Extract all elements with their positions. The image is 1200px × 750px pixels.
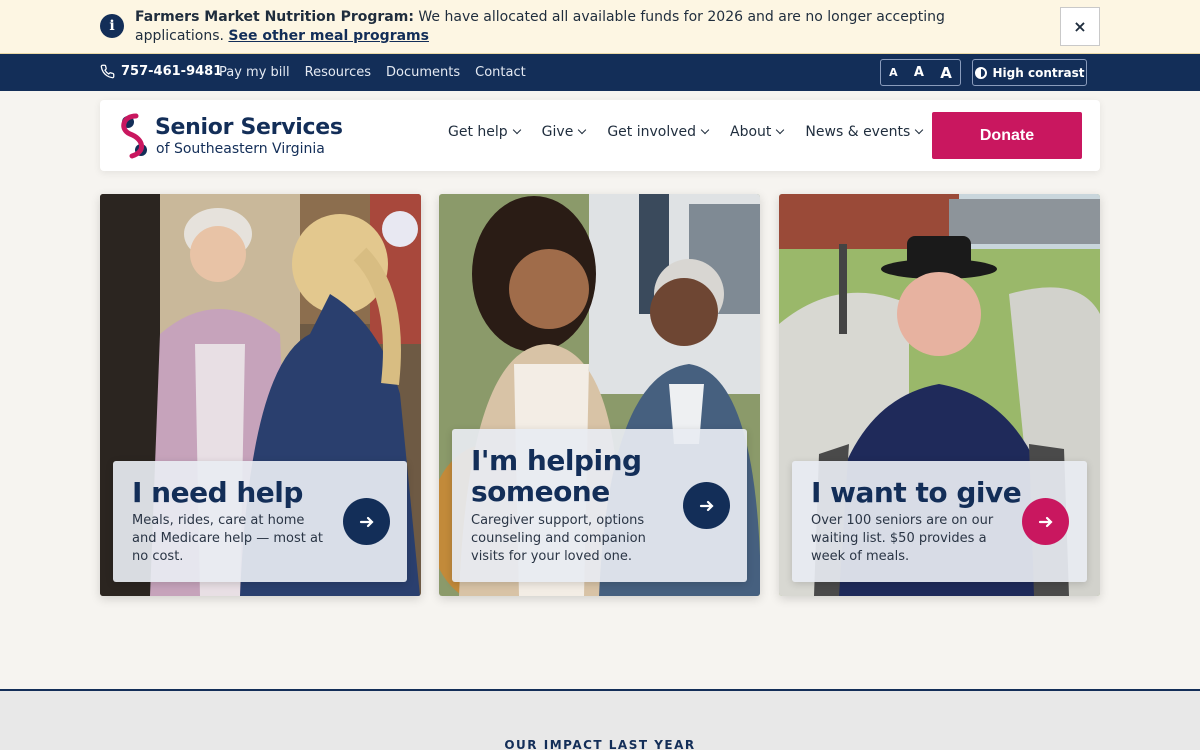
pay-bill-link[interactable]: Pay my bill [219, 65, 290, 80]
chevron-down-icon [512, 125, 521, 135]
phone-icon [100, 64, 115, 79]
impact-section: OUR IMPACT LAST YEAR [0, 689, 1200, 750]
alert-text: Farmers Market Nutrition Program: We hav… [135, 8, 1035, 46]
alert-link[interactable]: See other meal programs [228, 28, 429, 44]
arrow-right-icon[interactable] [1022, 498, 1069, 545]
card-helping-someone[interactable]: I'm helping someone Caregiver support, o… [439, 194, 760, 596]
card-info-box: I need help Meals, rides, care at home a… [113, 461, 407, 582]
nav-get-help[interactable]: Get help [448, 124, 521, 140]
card-description: Over 100 seniors are on our waiting list… [811, 513, 994, 564]
font-size-medium[interactable]: A [914, 65, 924, 80]
font-size-large[interactable]: A [940, 64, 952, 82]
utility-bar: 757-461-9481 Pay my bill Resources Docum… [0, 54, 1200, 91]
card-want-to-give[interactable]: I want to give Over 100 seniors are on o… [779, 194, 1100, 596]
logo-title: Senior Services [155, 115, 343, 140]
documents-link[interactable]: Documents [386, 65, 460, 80]
phone-number: 757-461-9481 [121, 64, 223, 79]
phone-link[interactable]: 757-461-9481 [100, 64, 222, 79]
close-icon[interactable]: × [1060, 7, 1100, 46]
chevron-down-icon [915, 125, 924, 135]
high-contrast-button[interactable]: High contrast [972, 59, 1087, 86]
info-icon: i [100, 14, 124, 38]
nav-label: Get involved [607, 124, 697, 140]
card-need-help[interactable]: I need help Meals, rides, care at home a… [100, 194, 421, 596]
alert-banner: i Farmers Market Nutrition Program: We h… [0, 0, 1200, 54]
main-nav: Get help Give Get involved About News & … [448, 124, 924, 140]
nav-about[interactable]: About [730, 124, 785, 140]
logo-mark [121, 113, 147, 159]
chevron-down-icon [776, 125, 785, 135]
card-description: Meals, rides, care at home and Medicare … [132, 513, 324, 564]
nav-label: About [730, 124, 772, 140]
high-contrast-label: High contrast [992, 65, 1085, 80]
card-title: I want to give [811, 476, 1022, 509]
chevron-down-icon [700, 125, 710, 135]
utility-links: Pay my bill Resources Documents Contact [219, 65, 526, 80]
nav-label: Give [541, 124, 574, 140]
chevron-down-icon [578, 125, 587, 135]
nav-news-events[interactable]: News & events [805, 124, 924, 140]
impact-heading: OUR IMPACT LAST YEAR [504, 738, 696, 750]
alert-title: Farmers Market Nutrition Program: [135, 9, 414, 25]
nav-get-involved[interactable]: Get involved [607, 124, 710, 140]
card-description: Caregiver support, options counseling an… [471, 513, 646, 564]
main-header: Senior Services of Southeastern Virginia… [100, 100, 1100, 171]
contrast-icon [974, 66, 987, 79]
font-size-controls: A A A [880, 59, 961, 86]
logo[interactable]: Senior Services of Southeastern Virginia [118, 112, 343, 160]
card-title: I need help [132, 476, 303, 509]
resources-link[interactable]: Resources [305, 65, 371, 80]
nav-give[interactable]: Give [541, 124, 587, 140]
nav-label: Get help [448, 124, 508, 140]
logo-subtitle: of Southeastern Virginia [156, 141, 325, 157]
arrow-right-icon[interactable] [343, 498, 390, 545]
font-size-small[interactable]: A [889, 66, 898, 79]
donate-button[interactable]: Donate [932, 112, 1082, 159]
nav-label: News & events [805, 124, 911, 140]
arrow-right-icon[interactable] [683, 482, 730, 529]
card-info-box: I want to give Over 100 seniors are on o… [792, 461, 1087, 582]
contact-link[interactable]: Contact [475, 65, 526, 80]
card-info-box: I'm helping someone Caregiver support, o… [452, 429, 747, 582]
card-title: I'm helping someone [471, 444, 642, 508]
